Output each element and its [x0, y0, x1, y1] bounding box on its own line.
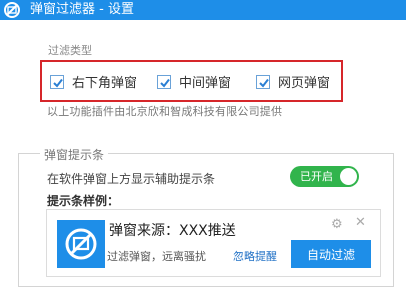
- checkbox-label: 中间弹窗: [179, 76, 232, 91]
- filter-type-label: 过滤类型: [48, 44, 92, 57]
- tip-bar-toggle[interactable]: 已开启: [290, 166, 359, 187]
- checkbox-center-popup[interactable]: 中间弹窗: [157, 72, 231, 91]
- auto-filter-button[interactable]: 自动过滤: [291, 240, 371, 268]
- block-icon: [57, 220, 105, 268]
- sample-tip-bar: 弹窗来源：XXX推送 过滤弹窗，远离骚扰 忽略提醒 自动过滤 ⚙ ✕: [46, 209, 381, 277]
- example-label: 提示条样例：: [47, 194, 120, 208]
- checkbox-box[interactable]: [157, 74, 171, 89]
- window-title: 弹窗过滤器 - 设置: [30, 2, 134, 17]
- credit-text: 以上功能插件由北京欣和智成科技有限公司提供: [47, 105, 283, 118]
- checkbox-box[interactable]: [256, 74, 270, 89]
- checkbox-label: 右下角弹窗: [72, 76, 138, 91]
- ignore-reminder-link[interactable]: 忽略提醒: [233, 248, 277, 264]
- sample-title: 弹窗来源：XXX推送: [109, 223, 236, 239]
- sample-subtitle: 过滤弹窗，远离骚扰: [107, 250, 206, 263]
- toggle-label: 已开启: [300, 170, 333, 183]
- block-icon: [3, 1, 21, 19]
- checkbox-web-popup[interactable]: 网页弹窗: [256, 72, 330, 91]
- checkbox-box[interactable]: [50, 74, 64, 89]
- checkbox-bottom-right-popup[interactable]: 右下角弹窗: [50, 72, 137, 91]
- toggle-knob[interactable]: [340, 168, 357, 185]
- tips-group-title: 弹窗提示条: [40, 146, 109, 163]
- close-icon[interactable]: ✕: [355, 215, 366, 230]
- title-bar: 弹窗过滤器 - 设置: [0, 0, 406, 20]
- gear-icon[interactable]: ⚙: [331, 217, 343, 232]
- show-tip-bar-text: 在软件弹窗上方显示辅助提示条: [47, 172, 216, 186]
- checkbox-label: 网页弹窗: [278, 76, 331, 91]
